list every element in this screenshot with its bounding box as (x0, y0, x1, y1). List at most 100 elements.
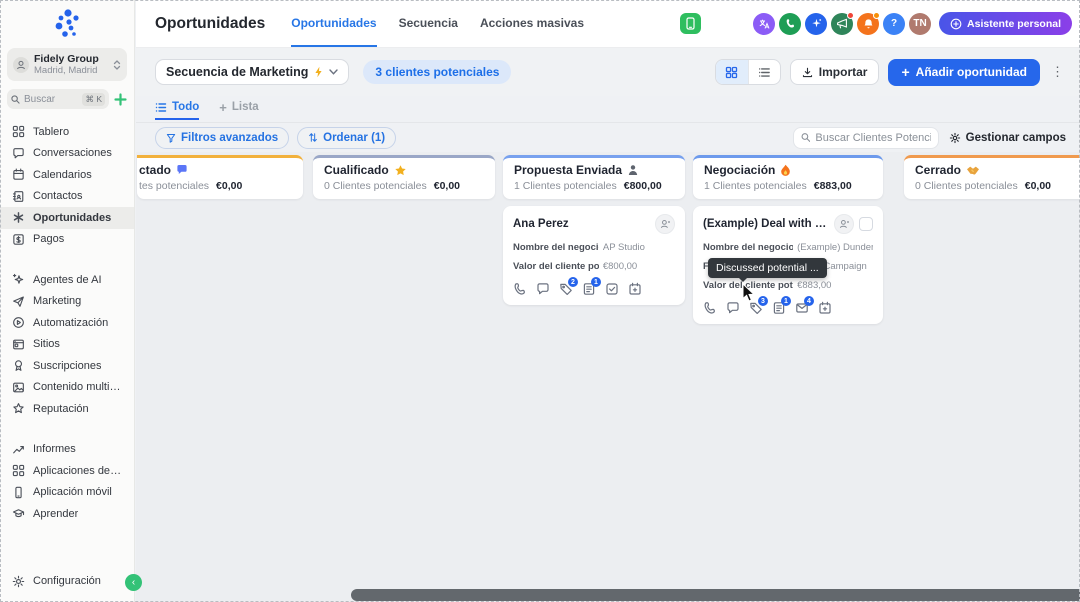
task-check-icon[interactable] (605, 282, 619, 296)
import-button[interactable]: Importar (790, 59, 880, 85)
opportunity-card-ana-perez[interactable]: Ana Perez Nombre del negocio: AP Studio … (503, 206, 685, 305)
column-title: Cualificado (324, 163, 389, 177)
card-title: (Example) Deal with Casey Mo... (703, 218, 829, 230)
column-header[interactable]: ctado tes potenciales €0,00 (137, 155, 303, 199)
sidebar-item-reputacion[interactable]: Reputación (0, 398, 134, 420)
leads-search-input[interactable] (815, 132, 930, 144)
sidebar-item-marketing[interactable]: Marketing (0, 291, 134, 313)
note-icon[interactable]: 1 (772, 301, 786, 315)
sidebar-search[interactable]: Buscar ⌘ K (7, 89, 109, 109)
sidebar-item-sitios[interactable]: Sitios (0, 334, 134, 356)
sidebar-item-informes[interactable]: Informes (0, 439, 134, 461)
sidebar-item-pagos[interactable]: Pagos (0, 229, 134, 251)
dashboard-grid-icon (12, 125, 25, 138)
column-title: Cerrado (915, 163, 961, 177)
sidebar-search-placeholder: Buscar (24, 94, 78, 105)
calendar-add-icon[interactable] (628, 282, 642, 296)
sidebar-item-label: Suscripciones (33, 360, 101, 372)
sidebar-item-label: Sitios (33, 338, 60, 350)
call-icon[interactable] (513, 282, 527, 296)
column-header[interactable]: Cerrado 0 Clientes potenciales €0,00 (904, 155, 1080, 199)
account-switcher[interactable]: Fidely Group Madrid, Madrid (7, 48, 127, 81)
note-icon[interactable]: 1 (582, 282, 596, 296)
lightning-icon (314, 66, 323, 78)
main-area: Oportunidades Oportunidades Secuencia Ac… (136, 0, 1080, 602)
sidebar-item-contactos[interactable]: Contactos (0, 186, 134, 208)
chat-icon[interactable] (726, 301, 740, 315)
graduation-cap-icon (12, 507, 25, 520)
column-header[interactable]: Negociación 1 Clientes potenciales €883,… (693, 155, 883, 199)
sidebar-item-aplicaciones-mercado[interactable]: Aplicaciones del mercado (0, 460, 134, 482)
contacts-book-icon (12, 190, 25, 203)
tooltip: Discussed potential ... (708, 258, 827, 278)
plus-icon (114, 93, 127, 106)
sidebar-item-configuracion[interactable]: Configuración (0, 571, 135, 593)
leads-search[interactable] (793, 127, 939, 149)
mail-icon[interactable]: 4 (795, 301, 809, 315)
sort-button[interactable]: Ordenar (1) (297, 127, 396, 149)
sort-arrows-icon (308, 132, 318, 143)
field-value: (Example) Dunder Miffl... (797, 242, 873, 253)
sidebar-item-conversaciones[interactable]: Conversaciones (0, 143, 134, 165)
todo-label: Todo (172, 101, 199, 113)
more-options-button[interactable]: ⋮ (1049, 64, 1066, 80)
sidebar-item-automatizacion[interactable]: Automatización (0, 312, 134, 334)
paper-plane-icon (12, 295, 25, 308)
tab-acciones-masivas[interactable]: Acciones masivas (480, 0, 584, 47)
tab-todo[interactable]: Todo (155, 96, 199, 120)
manage-fields-label: Gestionar campos (966, 132, 1066, 144)
column-header[interactable]: Cualificado 0 Clientes potenciales €0,00 (313, 155, 495, 199)
user-avatar[interactable]: TN (909, 13, 931, 35)
sidebar-item-calendarios[interactable]: Calendarios (0, 164, 134, 186)
count-badge: 1 (591, 277, 601, 287)
personal-assistant-button[interactable]: Asistente personal (939, 12, 1072, 35)
sidebar-item-agentes-ai[interactable]: Agentes de AI (0, 269, 134, 291)
sidebar-item-contenido-multimedia[interactable]: Contenido multimedia U... (0, 377, 134, 399)
app-logo[interactable] (0, 0, 134, 45)
sidebar-collapse-button[interactable]: ‹ (125, 574, 142, 591)
kanban-grid-icon (725, 66, 738, 79)
help-icon[interactable]: ? (883, 13, 905, 35)
sidebar-item-suscripciones[interactable]: Suscripciones (0, 355, 134, 377)
mobile-app-icon[interactable] (680, 13, 701, 34)
count-badge: 3 (758, 296, 768, 306)
leads-count-badge[interactable]: 3 clientes potenciales (363, 60, 511, 84)
translate-icon[interactable] (753, 13, 775, 35)
sidebar-item-oportunidades[interactable]: Oportunidades (0, 207, 134, 229)
tab-add-lista[interactable]: + Lista (219, 96, 258, 120)
advanced-filters-label: Filtros avanzados (181, 132, 278, 144)
column-cerrado: Cerrado 0 Clientes potenciales €0,00 (904, 155, 1080, 199)
tab-secuencia[interactable]: Secuencia (399, 0, 458, 47)
list-view-button[interactable] (748, 60, 780, 84)
tab-oportunidades[interactable]: Oportunidades (291, 0, 376, 47)
announcements-megaphone-icon[interactable] (831, 13, 853, 35)
businessperson-icon (627, 164, 639, 176)
column-header[interactable]: Propuesta Enviada 1 Clientes potenciales… (503, 155, 685, 199)
assignee-avatar[interactable] (834, 214, 854, 234)
assignee-avatar[interactable] (655, 214, 675, 234)
sidebar-item-aprender[interactable]: Aprender (0, 503, 134, 525)
sidebar-item-aplicacion-movil[interactable]: Aplicación móvil (0, 482, 134, 504)
kanban-view-button[interactable] (716, 60, 748, 84)
column-stats: tes potenciales (139, 180, 209, 192)
add-opportunity-button[interactable]: + Añadir oportunidad (888, 59, 1040, 86)
card-checkbox[interactable] (859, 217, 873, 231)
phone-icon[interactable] (779, 13, 801, 35)
calendar-add-icon[interactable] (818, 301, 832, 315)
ai-sparkle-icon (12, 273, 25, 286)
card-field: Valor del cliente poten... €800,00 (513, 261, 675, 272)
beta-sparkle-icon[interactable] (805, 13, 827, 35)
manage-fields-button[interactable]: Gestionar campos (949, 132, 1066, 144)
tag-icon[interactable]: 3 (749, 301, 763, 315)
tag-icon[interactable]: 2 (559, 282, 573, 296)
column-stats: 0 Clientes potenciales (915, 180, 1018, 192)
call-icon[interactable] (703, 301, 717, 315)
notifications-bell-icon[interactable] (857, 13, 879, 35)
horizontal-scrollbar[interactable] (351, 589, 1080, 601)
quick-add-button[interactable] (114, 93, 127, 106)
pipeline-selector[interactable]: Secuencia de Marketing (155, 59, 349, 85)
search-shortcut: ⌘ K (82, 93, 105, 106)
sidebar-item-tablero[interactable]: Tablero (0, 121, 134, 143)
advanced-filters-button[interactable]: Filtros avanzados (155, 127, 289, 149)
chat-icon[interactable] (536, 282, 550, 296)
